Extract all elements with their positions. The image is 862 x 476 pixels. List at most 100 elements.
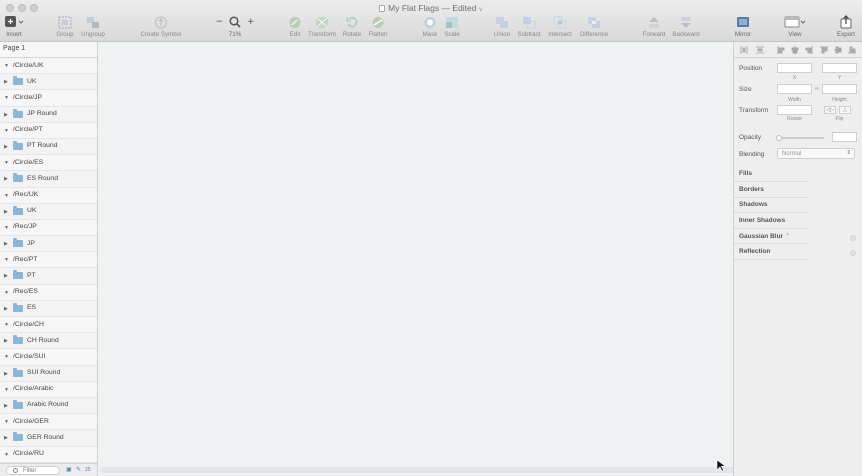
disclosure-closed-icon[interactable]: ▶ xyxy=(4,112,8,118)
layer-folder-row[interactable]: ▶ JP Round xyxy=(0,107,97,123)
blending-select[interactable]: Normal ⇕ xyxy=(777,148,855,159)
intersect-button[interactable]: Intersect xyxy=(542,15,578,38)
disclosure-closed-icon[interactable]: ▶ xyxy=(4,306,8,312)
layer-group-row[interactable]: ▼ /Rec/PT xyxy=(0,252,97,269)
layer-folder-row[interactable]: ▶ PT xyxy=(0,268,97,285)
disclosure-closed-icon[interactable]: ▶ xyxy=(4,241,8,247)
layer-folder-row[interactable]: ▶ UK xyxy=(0,204,97,220)
inner-shadows-section[interactable]: Inner Shadows xyxy=(734,213,809,229)
disclosure-open-icon[interactable]: ▼ xyxy=(4,225,9,231)
disclosure-closed-icon[interactable]: ▶ xyxy=(4,176,8,182)
flip-vertical-button[interactable]: △ xyxy=(839,106,851,114)
flip-horizontal-button[interactable]: ◁▷ xyxy=(824,106,836,114)
layer-group-row[interactable]: ▼ /Circle/Arabic xyxy=(0,381,97,398)
ungroup-button[interactable]: Ungroup xyxy=(75,15,111,38)
disclosure-closed-icon[interactable]: ▶ xyxy=(4,79,8,85)
disclosure-open-icon[interactable]: ▼ xyxy=(4,95,9,101)
title-dropdown-icon[interactable]: ∨ xyxy=(478,7,482,13)
scale-button[interactable]: Scale xyxy=(434,15,470,38)
height-field[interactable] xyxy=(822,84,857,94)
layer-group-row[interactable]: ▼ /Circle/UK xyxy=(0,58,97,75)
lock-ratio-icon[interactable]: ∞ xyxy=(813,86,821,92)
distribute-horizontal-icon[interactable] xyxy=(740,46,748,54)
align-center-icon[interactable] xyxy=(791,46,799,54)
distribute-vertical-icon[interactable] xyxy=(756,46,764,54)
borders-section[interactable]: Borders xyxy=(734,182,809,198)
fills-section[interactable]: Fills xyxy=(734,166,809,182)
align-bottom-icon[interactable] xyxy=(848,46,856,54)
layer-group-row[interactable]: ▼ /Circle/RU xyxy=(0,446,97,463)
layer-folder-row[interactable]: ▶ JP xyxy=(0,236,97,253)
disclosure-closed-icon[interactable]: ▶ xyxy=(4,403,8,409)
layer-group-row[interactable]: ▼ /Circle/SUI xyxy=(0,349,97,366)
layer-group-row[interactable]: ▼ /Circle/JP xyxy=(0,90,97,107)
layer-group-row[interactable]: ▼ /Rec/UK xyxy=(0,187,97,204)
layer-folder-row[interactable]: ▶ ES xyxy=(0,301,97,317)
layer-group-row[interactable]: ▼ /Rec/ES xyxy=(0,284,97,301)
disclosure-open-icon[interactable]: ▼ xyxy=(4,452,9,458)
difference-button[interactable]: Difference xyxy=(576,15,612,38)
disclosure-open-icon[interactable]: ▼ xyxy=(4,193,9,199)
disclosure-open-icon[interactable]: ▼ xyxy=(4,354,9,360)
layer-folder-row[interactable]: ▶ Arabic Round xyxy=(0,398,97,415)
zoom-in-icon[interactable]: + xyxy=(247,17,255,27)
disclosure-open-icon[interactable]: ▼ xyxy=(4,322,9,328)
disclosure-open-icon[interactable]: ▼ xyxy=(4,290,9,296)
disclosure-closed-icon[interactable]: ▶ xyxy=(4,144,8,150)
align-right-icon[interactable] xyxy=(805,46,813,54)
layer-folder-row[interactable]: ▶ CH Round xyxy=(0,333,97,350)
disclosure-open-icon[interactable]: ▼ xyxy=(4,419,9,425)
zoom-control[interactable]: − + 71% xyxy=(211,15,259,38)
export-button[interactable]: Export xyxy=(828,15,862,38)
rotate-field[interactable] xyxy=(777,105,812,115)
disclosure-open-icon[interactable]: ▼ xyxy=(4,63,9,69)
align-middle-icon[interactable] xyxy=(834,46,842,54)
canvas[interactable] xyxy=(99,42,733,476)
reflection-toggle[interactable] xyxy=(850,250,856,256)
layer-folder-row[interactable]: ▶ GER Round xyxy=(0,430,97,447)
pages-icon[interactable]: ▣ xyxy=(66,466,72,473)
opacity-field[interactable] xyxy=(832,132,857,142)
layer-group-row[interactable]: ▼ /Rec/JP xyxy=(0,219,97,237)
shadows-section[interactable]: Shadows xyxy=(734,197,809,213)
filter-input[interactable]: Filter xyxy=(6,466,60,475)
flatten-button[interactable]: Flatten xyxy=(360,15,396,38)
disclosure-closed-icon[interactable]: ▶ xyxy=(4,273,8,279)
backward-button[interactable]: Backward xyxy=(668,15,704,38)
zoom-out-icon[interactable]: − xyxy=(215,17,223,27)
layer-folder-row[interactable]: ▶ SUI Round xyxy=(0,366,97,382)
page-selector[interactable]: Page 1 xyxy=(0,42,97,58)
opacity-slider-knob[interactable] xyxy=(776,135,782,141)
align-left-icon[interactable] xyxy=(777,46,785,54)
horizontal-scrollbar[interactable] xyxy=(100,467,810,473)
gaussian-blur-toggle[interactable] xyxy=(850,235,856,241)
view-button[interactable]: View xyxy=(777,15,813,38)
opacity-slider[interactable] xyxy=(776,137,824,139)
disclosure-closed-icon[interactable]: ▶ xyxy=(4,338,8,344)
gaussian-blur-section[interactable]: Gaussian Blur ⌃ xyxy=(734,228,809,244)
disclosure-open-icon[interactable]: ▼ xyxy=(4,257,9,263)
layer-group-row[interactable]: ▼ /Circle/CH xyxy=(0,317,97,334)
disclosure-closed-icon[interactable]: ▶ xyxy=(4,209,8,215)
layer-group-row[interactable]: ▼ /Circle/ES xyxy=(0,155,97,172)
layer-group-row[interactable]: ▼ /Circle/PT xyxy=(0,122,97,139)
layer-folder-row[interactable]: ▶ PT Round xyxy=(0,139,97,156)
align-top-icon[interactable] xyxy=(820,46,828,54)
disclosure-open-icon[interactable]: ▼ xyxy=(4,387,9,393)
layer-folder-row[interactable]: ▶ UK xyxy=(0,74,97,91)
gaussian-blur-dropdown-icon[interactable]: ⌃ xyxy=(785,233,790,240)
layer-folder-row[interactable]: ▶ ES Round xyxy=(0,171,97,188)
disclosure-open-icon[interactable]: ▼ xyxy=(4,128,9,134)
disclosure-closed-icon[interactable]: ▶ xyxy=(4,371,8,377)
mirror-button[interactable]: Mirror xyxy=(725,15,761,38)
disclosure-open-icon[interactable]: ▼ xyxy=(4,160,9,166)
width-field[interactable] xyxy=(777,84,812,94)
y-field[interactable] xyxy=(822,63,857,73)
x-field[interactable] xyxy=(777,63,812,73)
disclosure-closed-icon[interactable]: ▶ xyxy=(4,435,8,441)
forward-button[interactable]: Forward xyxy=(636,15,672,38)
insert-button[interactable]: Insert xyxy=(0,15,32,38)
layer-group-row[interactable]: ▼ /Circle/GER xyxy=(0,414,97,431)
reflection-section[interactable]: Reflection xyxy=(734,244,809,260)
create-symbol-button[interactable]: Create Symbol xyxy=(141,15,181,38)
